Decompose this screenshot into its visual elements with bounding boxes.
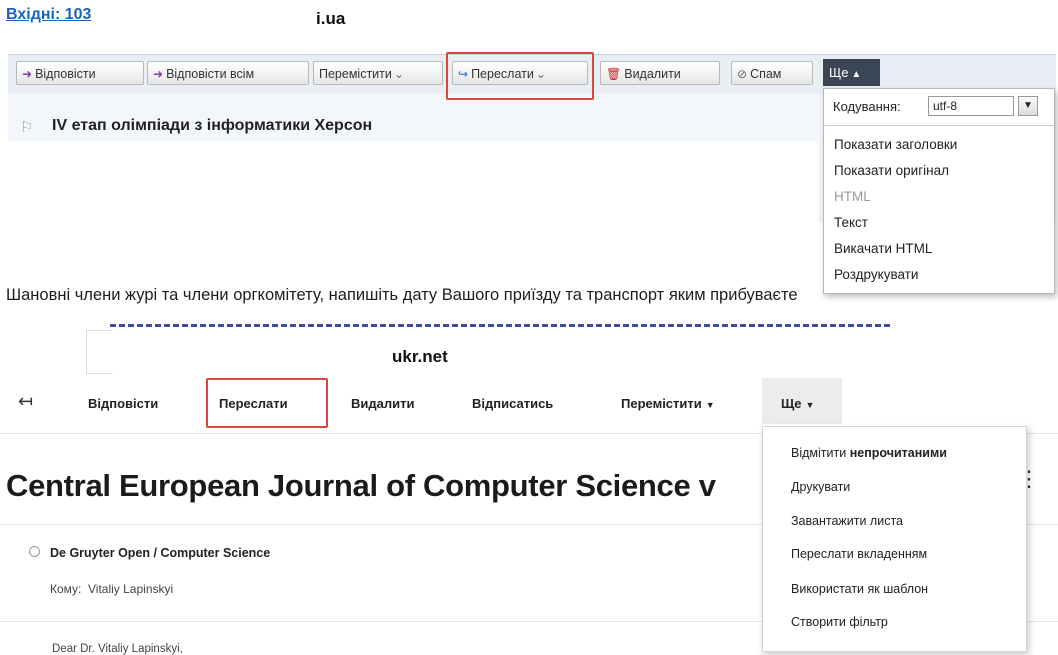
ukr-reply-button[interactable]: Відповісти xyxy=(88,396,158,411)
encoding-select[interactable]: utf-8 xyxy=(928,96,1014,116)
caret-down-icon: ▼ xyxy=(805,400,815,410)
caret-down-icon: ▼ xyxy=(705,400,715,410)
to-label: Кому: xyxy=(50,582,82,596)
inbox-count: 103 xyxy=(64,6,92,23)
trash-icon: 🗑 xyxy=(606,67,622,81)
ukr-unsubscribe-button[interactable]: Відписатись xyxy=(472,396,553,411)
back-arrow-icon[interactable]: ↤ xyxy=(18,391,33,412)
menu-item-print[interactable]: Роздрукувати xyxy=(834,267,918,282)
menu-item-show-headers[interactable]: Показати заголовки xyxy=(834,137,957,152)
menu-divider xyxy=(824,125,1054,126)
sender-name[interactable]: De Gruyter Open / Computer Science xyxy=(50,546,270,560)
chevron-down-icon: ⌄ xyxy=(393,67,404,81)
block-icon: ⊘ xyxy=(737,67,748,81)
menu-item-forward-attachment[interactable]: Переслати вкладенням xyxy=(791,547,927,561)
more-dropdown-menu: Кодування: utf-8 ▼ Показати заголовки По… xyxy=(823,88,1055,294)
ukr-move-button[interactable]: Перемістити ▼ xyxy=(621,396,715,411)
menu-item-text[interactable]: Текст xyxy=(834,215,868,230)
menu-item-html: HTML xyxy=(834,189,871,204)
inbox-label: Вхідні: xyxy=(6,6,61,23)
move-button[interactable]: Перемістити ⌄ xyxy=(313,61,443,85)
menu-item-use-template[interactable]: Використати як шаблон xyxy=(791,582,928,596)
divider-line xyxy=(110,324,890,327)
message-subject: IV етап олімпіади з інформатики Херсон xyxy=(52,117,373,134)
menu-item-download-html[interactable]: Викачати HTML xyxy=(834,241,932,256)
menu-item-print[interactable]: Друкувати xyxy=(791,480,850,494)
encoding-label: Кодування: xyxy=(833,99,901,114)
reply-icon: ➜ xyxy=(22,67,33,81)
message-title: Central European Journal of Computer Sci… xyxy=(6,468,716,503)
delete-button[interactable]: 🗑 Видалити xyxy=(600,61,720,85)
reply-all-icon: ➜ xyxy=(153,67,164,81)
menu-item-show-original[interactable]: Показати оригінал xyxy=(834,163,949,178)
ukr-forward-highlight xyxy=(206,378,328,428)
iua-caption: i.ua xyxy=(316,9,346,28)
letter-body-text: Шановні члени журі та члени оргкомітету,… xyxy=(6,286,798,304)
ukr-more-button[interactable]: Ще ▼ xyxy=(781,396,814,411)
forward-highlight xyxy=(446,52,594,100)
dropdown-arrow-icon[interactable]: ▼ xyxy=(1018,96,1038,116)
select-radio[interactable] xyxy=(29,546,40,557)
ukr-caption: ukr.net xyxy=(392,347,448,366)
menu-item-download[interactable]: Завантажити листа xyxy=(791,514,903,528)
greeting-text: Dear Dr. Vitaliy Lapinskyi, xyxy=(52,643,183,655)
reply-button[interactable]: ➜ Відповісти xyxy=(16,61,144,85)
menu-item-mark-unread[interactable]: Відмітити непрочитаними xyxy=(791,446,947,460)
menu-item-create-filter[interactable]: Створити фільтр xyxy=(791,615,888,629)
to-value: Vitaliy Lapinskyi xyxy=(88,582,174,596)
ukr-delete-button[interactable]: Видалити xyxy=(351,396,414,411)
inbox-link[interactable]: Вхідні: 103 xyxy=(6,6,91,24)
more-button[interactable]: Ще ▲ xyxy=(823,59,880,86)
reply-all-button[interactable]: ➜ Відповісти всім xyxy=(147,61,309,85)
ukr-more-dropdown: Відмітити непрочитаними Друкувати Завант… xyxy=(762,426,1027,652)
spam-button[interactable]: ⊘ Спам xyxy=(731,61,813,85)
flag-icon[interactable]: ⚐ xyxy=(20,118,33,136)
chevron-up-icon: ▲ xyxy=(851,69,862,80)
decorative-frame xyxy=(86,330,113,374)
